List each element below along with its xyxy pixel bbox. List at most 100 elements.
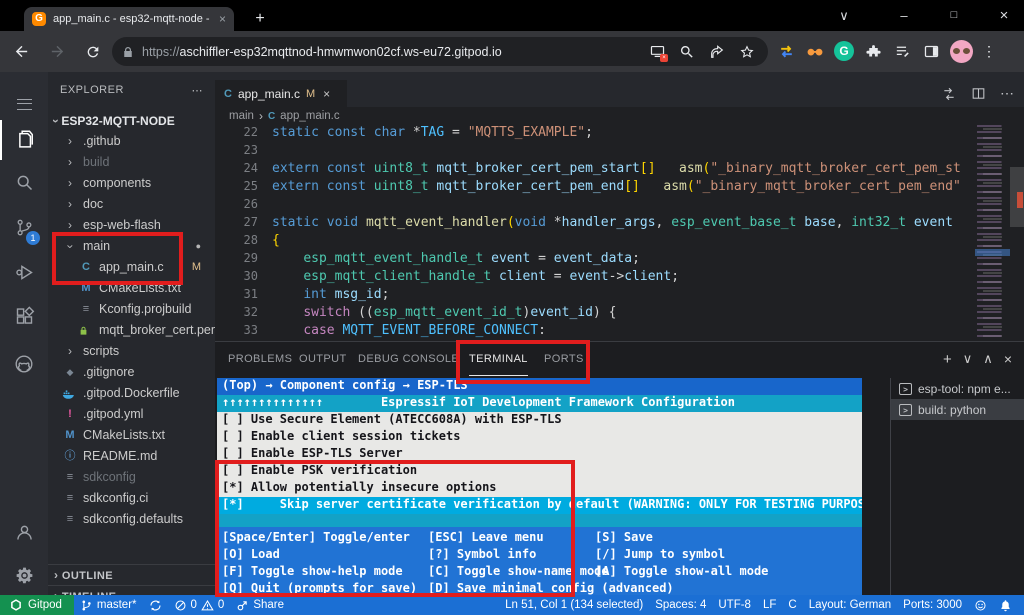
bookmark-star-icon[interactable] xyxy=(736,41,758,63)
source-control-icon[interactable]: 1 xyxy=(0,207,48,247)
notifications-bell-icon[interactable] xyxy=(993,595,1018,615)
panel-tab-debug-console[interactable]: DEBUG CONSOLE xyxy=(358,342,459,376)
status-c[interactable]: C xyxy=(782,595,802,615)
file-row-esp-web-flash[interactable]: ›esp-web-flash xyxy=(48,215,215,236)
file-row-sdkconfig-defaults[interactable]: ≡sdkconfig.defaults xyxy=(48,509,215,530)
status-layout-german[interactable]: Layout: German xyxy=(803,595,897,615)
back-icon[interactable] xyxy=(6,37,36,67)
editor-scrollbar[interactable] xyxy=(1010,125,1024,341)
terminal-dropdown-icon[interactable]: ∨ xyxy=(963,351,973,367)
file-row-sdkconfig[interactable]: ≡sdkconfig xyxy=(48,467,215,488)
run-debug-icon[interactable] xyxy=(0,252,48,292)
file-row-components[interactable]: ›components xyxy=(48,173,215,194)
panel-tab-ports[interactable]: PORTS xyxy=(544,342,584,376)
file-label: main xyxy=(83,236,110,257)
share-icon[interactable] xyxy=(706,41,728,63)
file-row--gitpod-dockerfile[interactable]: .gitpod.Dockerfile xyxy=(48,383,215,404)
swap-extension-icon[interactable] xyxy=(776,41,796,61)
forward-icon[interactable] xyxy=(42,37,72,67)
file-row-scripts[interactable]: ›scripts xyxy=(48,341,215,362)
config-icon: ≡ xyxy=(62,488,78,509)
file-row-mqtt-broker-cert-pem[interactable]: mqtt_broker_cert.pem xyxy=(48,320,215,341)
glasses-extension-icon[interactable] xyxy=(805,41,825,61)
panel-tab-terminal[interactable]: TERMINAL xyxy=(469,342,528,376)
git-branch-indicator[interactable]: master* xyxy=(74,595,143,615)
menuconfig-option-0[interactable]: [ ] Use Secure Element (ATECC608A) with … xyxy=(217,412,862,429)
search-icon[interactable] xyxy=(0,162,48,202)
editor-tab-app-main[interactable]: C app_main.c M × xyxy=(215,80,347,107)
timeline-section[interactable]: › TIMELINE xyxy=(48,585,215,595)
menuconfig-option-4[interactable]: [*] Allow potentially insecure options xyxy=(217,480,862,497)
file-row-doc[interactable]: ›doc xyxy=(48,194,215,215)
menuconfig-terminal[interactable]: (Top) → Component config → ESP-TLS ↑↑↑↑↑… xyxy=(217,378,862,600)
menu-icon[interactable] xyxy=(0,84,48,124)
file-row-main[interactable]: ›main● xyxy=(48,236,215,257)
file-row-sdkconfig-ci[interactable]: ≡sdkconfig.ci xyxy=(48,488,215,509)
status-ports-3000[interactable]: Ports: 3000 xyxy=(897,595,968,615)
split-editor-icon[interactable] xyxy=(971,86,986,101)
lock-icon xyxy=(78,325,94,336)
window-minimize-button[interactable]: – xyxy=(884,0,924,31)
file-row-app-main-c[interactable]: Capp_main.cM xyxy=(48,257,215,278)
code-line-24: 24extern const uint8_t mqtt_broker_cert_… xyxy=(215,161,975,179)
outline-section[interactable]: › OUTLINE xyxy=(48,564,215,585)
editor-more-icon[interactable]: ⋯ xyxy=(1000,85,1014,102)
live-share-button[interactable]: Share xyxy=(230,595,290,615)
tab-close-icon[interactable]: × xyxy=(323,87,330,101)
file-row--gitignore[interactable]: ◆.gitignore xyxy=(48,362,215,383)
side-panel-icon[interactable] xyxy=(921,41,941,61)
search-icon[interactable] xyxy=(676,41,698,63)
menuconfig-option-3[interactable]: [ ] Enable PSK verification xyxy=(217,463,862,480)
problems-indicator[interactable]: 0 0 xyxy=(168,595,231,615)
tab-search-chevron-icon[interactable]: ∨ xyxy=(824,0,864,31)
panel-tab-output[interactable]: OUTPUT xyxy=(299,342,347,376)
status-ln-51-col-1-134-selected[interactable]: Ln 51, Col 1 (134 selected) xyxy=(499,595,649,615)
status-lf[interactable]: LF xyxy=(757,595,782,615)
tab-close-icon[interactable]: × xyxy=(219,12,226,26)
file-row-cmakelists-txt[interactable]: MCMakeLists.txt xyxy=(48,278,215,299)
new-tab-button[interactable]: + xyxy=(248,8,272,30)
file-row-kconfig-projbuild[interactable]: ≡Kconfig.projbuild xyxy=(48,299,215,320)
account-icon[interactable] xyxy=(0,512,48,552)
code-editor[interactable]: 22static const char *TAG = "MQTTS_EXAMPL… xyxy=(215,125,975,341)
minimap[interactable] xyxy=(975,125,1010,341)
remote-indicator-gitpod[interactable]: Gitpod xyxy=(0,595,74,615)
url-bar[interactable]: https://aschiffler-esp32mqttnod-hmwmwon0… xyxy=(112,37,768,66)
kebab-menu-icon[interactable]: ⋮ xyxy=(982,43,996,60)
explorer-icon[interactable] xyxy=(0,120,48,160)
status-spaces-4[interactable]: Spaces: 4 xyxy=(649,595,712,615)
extensions-icon[interactable] xyxy=(0,296,48,336)
panel-tab-problems[interactable]: PROBLEMS xyxy=(228,342,292,376)
menuconfig-option-2[interactable]: [ ] Enable ESP-TLS Server xyxy=(217,446,862,463)
window-maximize-button[interactable]: □ xyxy=(934,0,974,31)
feedback-smiley-icon[interactable] xyxy=(968,595,993,615)
window-close-button[interactable]: × xyxy=(984,0,1024,31)
explorer-root-folder[interactable]: › ESP32-MQTT-NODE xyxy=(48,110,215,132)
status-utf-8[interactable]: UTF-8 xyxy=(712,595,757,615)
profile-avatar[interactable] xyxy=(950,40,973,63)
file-row-cmakelists-txt[interactable]: MCMakeLists.txt xyxy=(48,425,215,446)
file-row--github[interactable]: ›.github xyxy=(48,131,215,152)
new-terminal-icon[interactable]: + xyxy=(943,351,952,368)
open-changes-icon[interactable] xyxy=(941,86,957,102)
terminal-item-build[interactable]: >build: python xyxy=(891,399,1024,420)
menuconfig-selected-option[interactable]: [*] Skip server certificate verification… xyxy=(217,497,862,514)
browser-tab[interactable]: G app_main.c - esp32-mqtt-node - × xyxy=(24,7,234,31)
file-row-readme-md[interactable]: ⓘREADME.md xyxy=(48,446,215,467)
github-icon[interactable] xyxy=(0,344,48,384)
close-panel-icon[interactable]: × xyxy=(1004,351,1012,367)
popup-blocked-icon[interactable]: × xyxy=(646,41,668,63)
extensions-puzzle-icon[interactable] xyxy=(863,41,883,61)
file-row--gitpod-yml[interactable]: !.gitpod.yml xyxy=(48,404,215,425)
file-row-build[interactable]: ›build xyxy=(48,152,215,173)
breadcrumb[interactable]: main› C app_main.c xyxy=(215,107,1024,125)
menuconfig-option-1[interactable]: [ ] Enable client session tickets xyxy=(217,429,862,446)
settings-gear-icon[interactable] xyxy=(0,555,48,595)
reload-icon[interactable] xyxy=(78,37,108,67)
explorer-more-icon[interactable]: ⋯ xyxy=(192,84,204,97)
grammarly-icon[interactable]: G xyxy=(834,41,854,61)
maximize-panel-icon[interactable]: ∧ xyxy=(983,351,993,367)
sync-changes-icon[interactable] xyxy=(143,595,168,615)
reading-list-icon[interactable] xyxy=(892,41,912,61)
terminal-item-esp-tool[interactable]: >esp-tool: npm e... xyxy=(891,378,1024,399)
